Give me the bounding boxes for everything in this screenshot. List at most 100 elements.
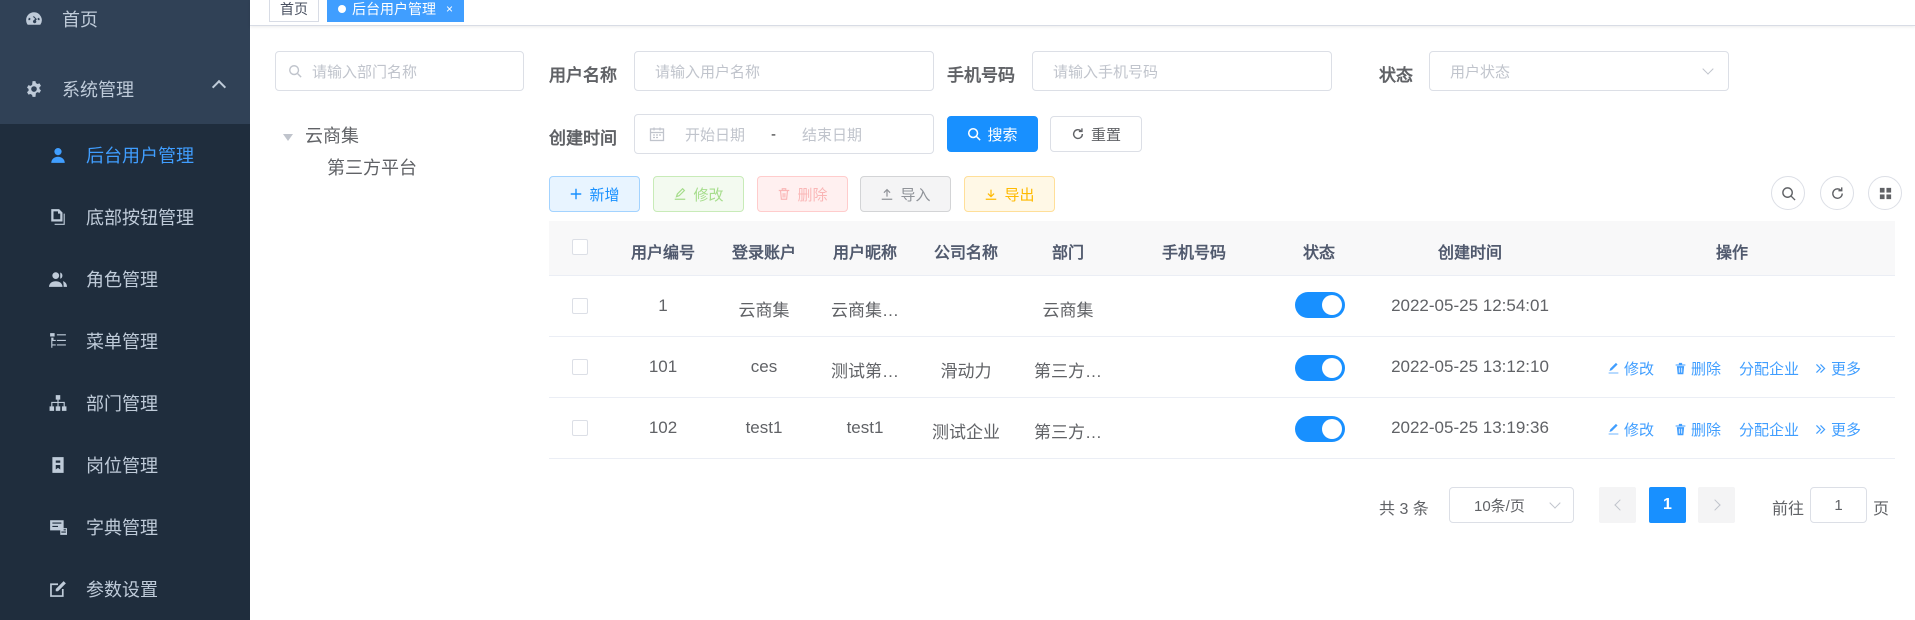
cell-nickname: 云商集… bbox=[831, 301, 899, 320]
row-assign-company-link[interactable]: 分配企业 bbox=[1739, 358, 1799, 379]
row-delete-link[interactable]: 删除 bbox=[1674, 358, 1721, 379]
created-time-label: 创建时间 bbox=[549, 129, 617, 148]
search-icon bbox=[289, 65, 302, 78]
col-company: 公司名称 bbox=[933, 245, 999, 262]
sidebar-item-bottom-buttons[interactable]: 底部按钮管理 bbox=[0, 186, 250, 248]
tree-node-root[interactable]: 云商集 bbox=[283, 122, 359, 148]
cell-account: test1 bbox=[745, 418, 783, 437]
chevron-down-icon bbox=[1702, 63, 1714, 75]
row-delete-link[interactable]: 删除 bbox=[1674, 419, 1721, 440]
toggle-search-button[interactable] bbox=[1771, 176, 1805, 210]
op-label: 分配企业 bbox=[1739, 422, 1800, 439]
goto-page-input[interactable]: 1 bbox=[1810, 487, 1867, 523]
row-more-link[interactable]: 更多 bbox=[1814, 419, 1861, 440]
sidebar-item-departments[interactable]: 部门管理 bbox=[0, 372, 250, 434]
placeholder: 请输入手机号码 bbox=[1053, 63, 1159, 81]
sidebar-item-label: 首页 bbox=[62, 10, 98, 30]
dept-search-input[interactable]: 请输入部门名称 bbox=[275, 51, 524, 91]
row-assign-company-link[interactable]: 分配企业 bbox=[1739, 419, 1799, 440]
button-label: 修改 bbox=[693, 186, 724, 204]
dashboard-icon bbox=[24, 9, 44, 29]
username-input[interactable]: 请输入用户名称 bbox=[634, 51, 934, 91]
trash-icon bbox=[1675, 423, 1686, 436]
tab-user-management[interactable]: 后台用户管理 × bbox=[327, 0, 465, 22]
sidebar-item-posts[interactable]: 岗位管理 bbox=[0, 434, 250, 496]
page-number-current[interactable]: 1 bbox=[1649, 487, 1686, 523]
close-icon[interactable]: × bbox=[446, 2, 453, 16]
sidebar: 首页 系统管理 后台用户管理 底部按钮管理 角色管理 菜单管理 部门管理 岗位管… bbox=[0, 0, 250, 620]
cell-dept: 第三方… bbox=[1034, 423, 1102, 442]
document-copy-icon bbox=[48, 207, 68, 227]
sidebar-item-roles[interactable]: 角色管理 bbox=[0, 248, 250, 310]
tree-node-child[interactable]: 第三方平台 bbox=[327, 154, 417, 180]
start-date-placeholder: 开始日期 bbox=[685, 126, 746, 144]
row-edit-link[interactable]: 修改 bbox=[1607, 419, 1654, 440]
import-button[interactable]: 导入 bbox=[860, 176, 951, 212]
status-switch[interactable] bbox=[1295, 292, 1345, 318]
sidebar-item-dict[interactable]: 字典管理 bbox=[0, 496, 250, 558]
col-phone: 手机号码 bbox=[1161, 245, 1227, 262]
op-label: 修改 bbox=[1624, 422, 1655, 439]
prev-page-button[interactable] bbox=[1599, 487, 1636, 523]
dict-icon bbox=[48, 517, 68, 537]
status-switch[interactable] bbox=[1295, 416, 1345, 442]
reset-button[interactable]: 重置 bbox=[1050, 116, 1142, 152]
cell-company: 滑动力 bbox=[940, 362, 992, 381]
sidebar-item-label: 角色管理 bbox=[86, 270, 158, 290]
cell-nickname: test1 bbox=[846, 418, 884, 437]
placeholder: 请输入用户名称 bbox=[655, 63, 761, 81]
cell-account: 云商集 bbox=[738, 301, 790, 320]
col-status: 状态 bbox=[1302, 245, 1336, 262]
table-header: 用户编号 登录账户 用户昵称 公司名称 部门 手机号码 状态 创建时间 操作 bbox=[549, 221, 1895, 276]
cell-dept: 云商集 bbox=[1042, 301, 1094, 320]
double-arrow-right-icon bbox=[1816, 364, 1826, 373]
date-range-picker[interactable]: 开始日期 - 结束日期 bbox=[634, 114, 934, 154]
refresh-icon bbox=[1072, 128, 1084, 140]
select-all-checkbox[interactable] bbox=[572, 239, 588, 255]
peoples-icon bbox=[48, 269, 68, 289]
refresh-icon bbox=[1831, 186, 1843, 199]
op-label: 更多 bbox=[1831, 361, 1862, 378]
sidebar-item-label: 底部按钮管理 bbox=[86, 208, 194, 228]
row-checkbox[interactable] bbox=[572, 359, 588, 375]
sidebar-item-params[interactable]: 参数设置 bbox=[0, 558, 250, 620]
placeholder: 用户状态 bbox=[1450, 63, 1511, 81]
columns-button[interactable] bbox=[1868, 176, 1902, 210]
button-label: 重置 bbox=[1090, 126, 1121, 144]
add-button[interactable]: 新增 bbox=[549, 176, 640, 212]
goto-prefix: 前往 bbox=[1772, 501, 1805, 518]
export-button[interactable]: 导出 bbox=[964, 176, 1055, 212]
cell-nickname: 测试第… bbox=[831, 362, 899, 381]
status-switch[interactable] bbox=[1295, 355, 1345, 381]
next-page-button[interactable] bbox=[1698, 487, 1735, 523]
plus-icon bbox=[571, 188, 582, 200]
sidebar-item-label: 部门管理 bbox=[86, 394, 158, 414]
cell-created: 2022-05-25 13:19:36 bbox=[1391, 418, 1549, 437]
col-nickname: 用户昵称 bbox=[832, 245, 898, 262]
row-edit-link[interactable]: 修改 bbox=[1607, 358, 1654, 379]
edit-icon bbox=[48, 579, 68, 599]
row-checkbox[interactable] bbox=[572, 420, 588, 436]
status-select[interactable]: 用户状态 bbox=[1429, 51, 1729, 91]
status-label: 状态 bbox=[1379, 66, 1413, 85]
search-button[interactable]: 搜索 bbox=[947, 116, 1038, 152]
refresh-table-button[interactable] bbox=[1820, 176, 1854, 210]
phone-input[interactable]: 请输入手机号码 bbox=[1032, 51, 1332, 91]
row-more-link[interactable]: 更多 bbox=[1814, 358, 1861, 379]
table-row: 102 test1 test1 测试企业 第三方… 2022-05-25 13:… bbox=[549, 398, 1895, 459]
post-icon bbox=[48, 455, 68, 475]
tags-view: 首页 后台用户管理 × bbox=[250, 0, 1915, 26]
cell-company: 测试企业 bbox=[932, 423, 1000, 442]
edit-icon bbox=[675, 187, 686, 200]
sidebar-item-menus[interactable]: 菜单管理 bbox=[0, 310, 250, 372]
col-account: 登录账户 bbox=[731, 245, 797, 262]
end-date-placeholder: 结束日期 bbox=[802, 126, 863, 144]
sidebar-item-home[interactable]: 首页 bbox=[0, 0, 250, 50]
tab-home[interactable]: 首页 bbox=[269, 0, 319, 22]
page-size-select[interactable]: 10条/页 bbox=[1449, 487, 1574, 523]
chevron-down-icon bbox=[1549, 497, 1561, 509]
sidebar-item-users[interactable]: 后台用户管理 bbox=[0, 124, 250, 186]
sidebar-group-system[interactable]: 系统管理 bbox=[0, 58, 250, 120]
row-checkbox[interactable] bbox=[572, 298, 588, 314]
tree-icon bbox=[48, 393, 68, 413]
